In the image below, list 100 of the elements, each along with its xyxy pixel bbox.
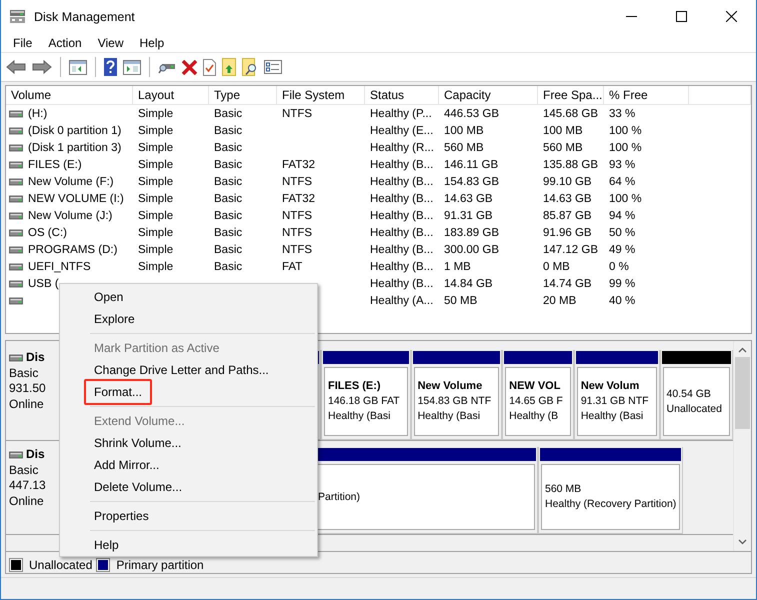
partition-info: Healthy (B bbox=[509, 409, 560, 424]
table-cell: 14.84 GB bbox=[444, 278, 493, 290]
table-cell: 154.83 GB bbox=[444, 176, 499, 188]
column-header[interactable]: File System bbox=[277, 86, 365, 104]
menu-item[interactable]: Format... bbox=[60, 381, 317, 403]
table-cell: NTFS bbox=[282, 108, 312, 120]
table-cell: Healthy (B... bbox=[370, 226, 434, 238]
menu-item[interactable]: Open bbox=[60, 286, 317, 308]
table-cell: Simple bbox=[138, 108, 174, 120]
table-cell: Simple bbox=[138, 210, 174, 222]
table-cell: Basic bbox=[214, 210, 242, 222]
disk-partition[interactable]: New Volum 91.31 GB NTF Healthy (Basi bbox=[574, 350, 660, 440]
partition-info: Partition) bbox=[318, 490, 362, 504]
table-cell: 14.63 GB bbox=[444, 192, 493, 204]
table-cell: New Volume (J:) bbox=[28, 210, 112, 222]
table-cell: NTFS bbox=[282, 210, 312, 222]
table-cell: Healthy (E... bbox=[370, 124, 434, 136]
table-cell: 50 % bbox=[609, 226, 636, 238]
table-cell: Basic bbox=[214, 192, 242, 204]
table-cell: 560 MB bbox=[444, 142, 484, 154]
table-cell: NTFS bbox=[282, 244, 312, 256]
disk-info: 447.13 bbox=[9, 478, 46, 494]
table-cell: 145.68 GB bbox=[543, 108, 598, 120]
table-cell: 99 % bbox=[609, 278, 636, 290]
partition-info: 91.31 GB NTF bbox=[580, 394, 650, 409]
partition-info: 154.83 GB NTF bbox=[418, 394, 492, 409]
column-header[interactable]: Free Spa... bbox=[538, 86, 604, 104]
table-cell: Basic bbox=[214, 124, 242, 136]
window-title: Disk Management bbox=[34, 10, 135, 24]
column-header[interactable]: Layout bbox=[133, 86, 209, 104]
table-cell: Simple bbox=[138, 244, 174, 256]
table-cell: 91.96 GB bbox=[543, 226, 592, 238]
menu-item[interactable]: Action bbox=[42, 36, 88, 50]
table-cell: (H:) bbox=[28, 108, 48, 120]
table-cell: Healthy (B... bbox=[370, 192, 434, 204]
partition-name: NEW VOL bbox=[509, 379, 562, 394]
table-cell: UEFI_NTFS bbox=[28, 260, 91, 272]
table-cell: Healthy (R... bbox=[370, 142, 434, 154]
table-cell: FAT bbox=[282, 260, 302, 272]
column-header[interactable]: % Free bbox=[604, 86, 689, 104]
table-cell: 14.63 GB bbox=[543, 192, 592, 204]
table-cell: Simple bbox=[138, 158, 174, 170]
disk-partition[interactable]: NEW VOL 14.65 GB F Healthy (B bbox=[502, 350, 574, 440]
table-cell: New Volume (F:) bbox=[28, 176, 114, 188]
disk-label: Dis bbox=[26, 447, 45, 462]
table-cell: Simple bbox=[138, 124, 174, 136]
table-cell: FAT32 bbox=[282, 192, 316, 204]
table-cell: 1 MB bbox=[444, 260, 471, 272]
table-cell: Simple bbox=[138, 142, 174, 154]
disk-label: Dis bbox=[26, 350, 45, 366]
table-cell: Basic bbox=[214, 142, 242, 154]
table-cell: NTFS bbox=[282, 176, 312, 188]
table-cell: Healthy (B... bbox=[370, 244, 434, 256]
table-cell: Basic bbox=[214, 260, 242, 272]
menu-item[interactable]: File bbox=[7, 36, 38, 50]
column-header[interactable]: Volume bbox=[6, 86, 133, 104]
table-cell: USB ( bbox=[28, 278, 59, 290]
table-cell: Simple bbox=[138, 176, 174, 188]
legend-label: Unallocated bbox=[29, 558, 92, 572]
partition-info: 14.65 GB F bbox=[509, 394, 564, 409]
table-cell: 100 % bbox=[609, 192, 642, 204]
disk-partition[interactable]: 560 MB Healthy (Recovery Partition) bbox=[538, 447, 684, 534]
table-cell: (Disk 1 partition 3) bbox=[28, 142, 122, 154]
partition-info: 40.54 GB bbox=[666, 386, 712, 402]
partition-name: New Volum bbox=[580, 379, 640, 394]
table-cell: NEW VOLUME (I:) bbox=[28, 192, 124, 204]
table-cell: Simple bbox=[138, 226, 174, 238]
table-cell: 94 % bbox=[609, 210, 636, 222]
menu-item[interactable]: Change Drive Letter and Paths... bbox=[60, 359, 317, 381]
table-cell: Basic bbox=[214, 244, 242, 256]
menu-item[interactable]: View bbox=[92, 36, 130, 50]
table-cell: Healthy (B... bbox=[370, 278, 434, 290]
table-cell: NTFS bbox=[282, 226, 312, 238]
partition-info: Healthy (Recovery Partition) bbox=[545, 497, 676, 512]
table-cell: 183.89 GB bbox=[444, 226, 499, 238]
table-cell: 100 % bbox=[609, 124, 642, 136]
table-cell: 100 MB bbox=[543, 124, 583, 136]
disk-partition[interactable]: New Volume 154.83 GB NTF Healthy (Basi bbox=[410, 350, 502, 440]
partition-info: 146.18 GB FAT bbox=[328, 394, 401, 409]
table-cell: 300.00 GB bbox=[444, 244, 499, 256]
menu-item[interactable]: Help bbox=[60, 534, 317, 556]
table-cell: Healthy (B... bbox=[370, 210, 434, 222]
table-cell: Basic bbox=[214, 176, 242, 188]
disk-partition[interactable]: FILES (E:) 146.18 GB FAT Healthy (Basi bbox=[321, 350, 411, 440]
table-cell: Healthy (B... bbox=[370, 260, 434, 272]
table-cell: Healthy (B... bbox=[370, 176, 434, 188]
column-header[interactable]: Status bbox=[365, 86, 439, 104]
disk-info: Basic bbox=[9, 366, 38, 381]
table-cell: 0 MB bbox=[543, 260, 570, 272]
table-cell: 20 MB bbox=[543, 294, 576, 306]
partition-info: Unallocated bbox=[666, 402, 723, 416]
menu-item[interactable]: Explore bbox=[60, 308, 317, 330]
column-header[interactable]: Capacity bbox=[439, 86, 538, 104]
disk-info: 931.50 bbox=[9, 381, 46, 396]
table-cell: 40 % bbox=[609, 294, 636, 306]
partition-name: FILES (E:) bbox=[328, 379, 382, 394]
disk-partition[interactable]: 40.54 GB Unallocated bbox=[660, 350, 733, 440]
column-header[interactable]: Type bbox=[209, 86, 277, 104]
menu-item[interactable]: Help bbox=[134, 36, 170, 50]
table-cell: 147.12 GB bbox=[543, 244, 598, 256]
